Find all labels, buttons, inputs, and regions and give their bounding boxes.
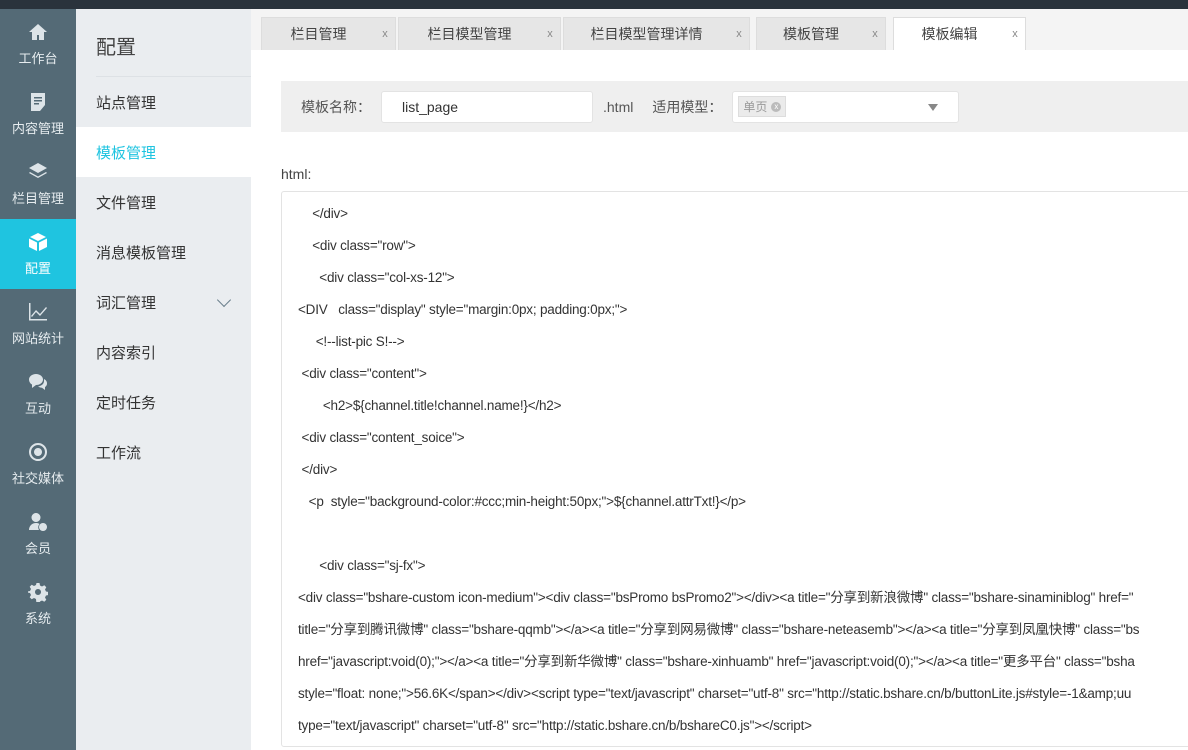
close-icon[interactable]: x [729,28,749,40]
tab-label: 栏目模型管理详情 [590,26,703,42]
nav-item-0[interactable]: 工作台 [0,9,76,79]
nav-item-label: 社交媒体 [11,470,64,486]
submenu-item-label: 定时任务 [96,394,157,412]
layers-icon [29,162,47,178]
nav-item-6[interactable]: 社交媒体 [0,429,76,499]
submenu-item-7[interactable]: 工作流 [76,427,251,477]
nav-item-label: 配置 [24,260,51,276]
code-line: </div> [298,462,338,477]
submenu-item-6[interactable]: 定时任务 [76,377,251,427]
model-chip-label: 单页 [743,100,768,114]
code-line: <div class="bshare-custom icon-medium"><… [298,590,1134,605]
code-line: style="float: none;">56.6K</span></div><… [298,686,1132,701]
template-name-input[interactable]: list_page [381,90,593,123]
template-form: 模板名称： list_page .html 适用模型： 单页 x [281,81,1188,132]
tab-label: 模板编辑 [921,26,978,42]
tab-label: 栏目管理 [290,26,347,42]
model-select[interactable]: 单页 x [732,90,960,123]
chip-remove-icon[interactable]: x [771,101,782,112]
html-suffix: .html [603,98,634,115]
code-line: <div class="content"> [298,366,427,381]
nav-item-4[interactable]: 网站统计 [0,289,76,359]
html-label: html: [281,166,312,182]
tab-4[interactable]: 模板编辑 x [893,17,1026,50]
close-icon[interactable]: x [375,28,395,40]
nav-item-label: 网站统计 [11,330,64,346]
submenu-item-label: 工作流 [96,444,142,462]
nav-item-5[interactable]: 互动 [0,359,76,429]
code-line: <div class="row"> [298,238,416,253]
close-icon[interactable]: x [865,28,885,40]
submenu-item-2[interactable]: 文件管理 [76,177,251,227]
document-icon [31,92,45,111]
submenu-item-4[interactable]: 词汇管理 [76,277,251,327]
home-icon [29,23,47,40]
chat-icon [29,373,47,390]
code-line: </div> [298,206,348,221]
nav-item-label: 内容管理 [11,120,64,136]
top-bar [0,0,1188,9]
dropdown-caret-icon[interactable] [928,103,939,111]
code-line: <div class="col-xs-12"> [298,270,455,285]
tab-0[interactable]: 栏目管理 x [261,17,396,50]
code-line: type="text/javascript" charset="utf-8" s… [298,718,812,733]
user-icon [29,512,48,531]
submenu-item-label: 内容索引 [96,344,157,362]
submenu-list: 站点管理模板管理文件管理消息模板管理 词汇管理内容索引定时任务工作流 [76,77,251,477]
nav-item-label: 会员 [24,540,51,556]
nav-item-label: 系统 [24,610,51,626]
tab-3[interactable]: 模板管理 x [756,17,886,50]
submenu-item-label: 消息模板管理 [96,244,187,262]
model-chip: 单页 x [738,96,787,117]
code-line: <div class="sj-fx"> [298,558,426,573]
social-icon [29,442,48,461]
submenu-item-3[interactable]: 消息模板管理 [76,227,251,277]
chart-icon [29,302,47,320]
nav-item-1[interactable]: 内容管理 [0,79,76,149]
submenu-item-label: 站点管理 [96,94,157,112]
nav-item-label: 互动 [24,400,51,416]
submenu: 配置 站点管理模板管理文件管理消息模板管理 词汇管理内容索引定时任务工作流 [76,9,251,750]
tab-2[interactable]: 栏目模型管理详情 x [563,17,750,50]
submenu-item-label: 模板管理 [96,144,157,162]
submenu-title: 配置 [96,9,251,77]
submenu-item-label: 文件管理 [96,194,157,212]
cube-icon [29,232,47,251]
code-line: title="分享到腾讯微博" class="bshare-qqmb"></a>… [298,622,1140,637]
model-label: 适用模型： [652,98,723,115]
code-line: <!--list-pic S!--> [298,334,405,349]
code-line: href="javascript:void(0);"></a><a title=… [298,654,1135,669]
tab-1[interactable]: 栏目模型管理 x [398,17,561,50]
nav-item-8[interactable]: 系统 [0,569,76,639]
submenu-item-5[interactable]: 内容索引 [76,327,251,377]
nav-item-label: 工作台 [18,50,58,66]
code-line: <p style="background-color:#ccc;min-heig… [298,494,746,509]
main-nav: 工作台内容管理栏目管理配置网站统计互动社交媒体会员系统 [0,9,76,750]
nav-item-7[interactable]: 会员 [0,499,76,569]
chevron-down-icon [216,292,232,308]
nav-item-label: 栏目管理 [11,190,64,206]
submenu-item-0[interactable]: 站点管理 [76,77,251,127]
close-icon[interactable]: x [540,28,560,40]
nav-item-2[interactable]: 栏目管理 [0,149,76,219]
close-icon[interactable]: x [1005,28,1025,40]
tab-label: 栏目模型管理 [427,26,512,42]
tab-bar: 栏目管理 x 栏目模型管理 x 栏目模型管理详情 x 模板管理 x 模板编辑 x [251,9,1188,50]
code-line: <DIV class="display" style="margin:0px; … [298,302,628,317]
tab-label: 模板管理 [783,26,839,42]
code-line: <div class="content_soice"> [298,430,465,445]
submenu-item-label: 词汇管理 [96,294,157,312]
submenu-item-1[interactable]: 模板管理 [76,127,251,177]
nav-item-3[interactable]: 配置 [0,219,76,289]
html-editor[interactable]: </div> <div class="row"> <div class="col… [281,191,1188,747]
gear-icon [28,582,48,602]
template-name-label: 模板名称： [301,98,371,115]
code-line: <h2>${channel.title!channel.name!}</h2> [298,398,562,413]
